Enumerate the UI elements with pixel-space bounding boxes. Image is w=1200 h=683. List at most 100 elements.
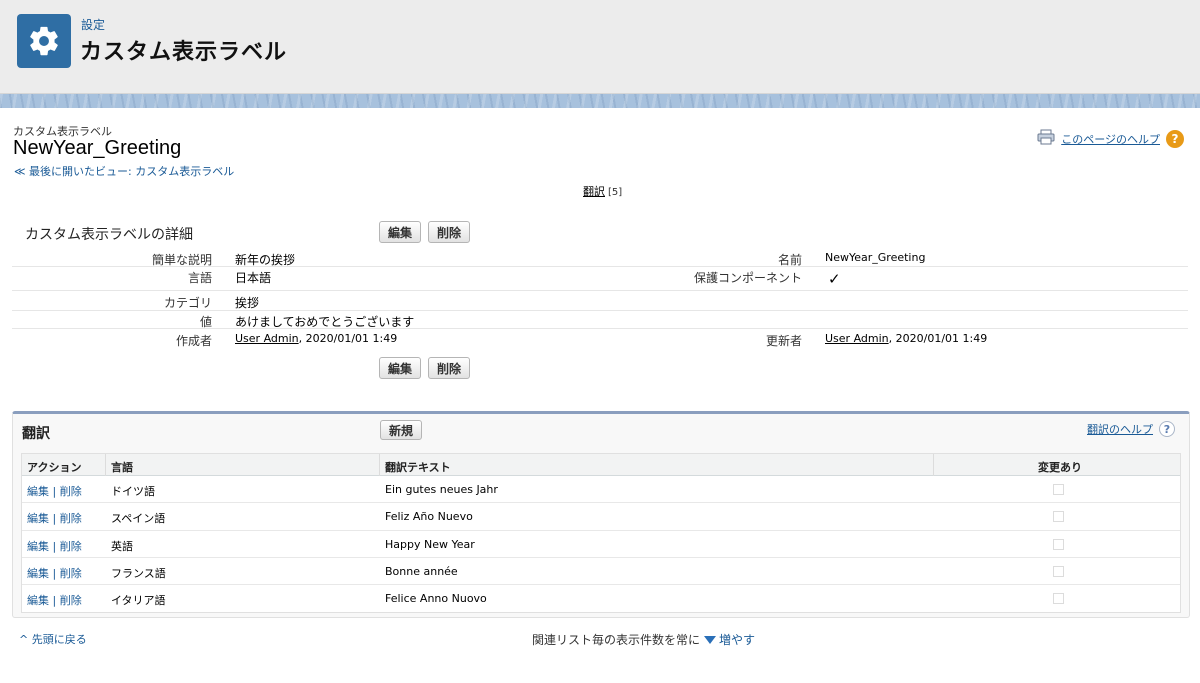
edit-link[interactable]: 編集 xyxy=(27,512,49,525)
edit-button-bottom[interactable]: 編集 xyxy=(379,357,422,379)
table-header: アクション 言語 翻訳テキスト 変更あり xyxy=(22,454,1180,476)
related-list-title: 翻訳 xyxy=(22,426,50,442)
created-by-value: User Admin, 2020/01/01 1:49 xyxy=(235,332,397,345)
translation-count: [5] xyxy=(608,187,623,198)
column-header-changed: 変更あり xyxy=(1038,461,1082,474)
changed-checkbox xyxy=(1053,593,1064,605)
short-desc-label: 簡単な説明 xyxy=(151,253,212,267)
edit-link[interactable]: 編集 xyxy=(27,485,49,498)
row-actions: 編集 | 削除 xyxy=(27,565,82,581)
detail-fields: 簡単な説明 新年の挨拶 名前 NewYear_Greeting 言語 日本語 保… xyxy=(12,248,1188,349)
created-date: , 2020/01/01 1:49 xyxy=(298,332,398,345)
table-row: 編集 | 削除 フランス語 Bonne année xyxy=(22,558,1180,586)
row-actions: 編集 | 削除 xyxy=(27,592,82,608)
detail-row: 言語 日本語 保護コンポーネント ✓ xyxy=(12,267,1188,291)
row-language: フランス語 xyxy=(111,566,166,580)
detail-row: 作成者 User Admin, 2020/01/01 1:49 更新者 User… xyxy=(12,329,1188,349)
delete-button[interactable]: 削除 xyxy=(428,221,471,243)
translation-anchor-link[interactable]: 翻訳 [5] xyxy=(583,183,622,199)
triangle-down-icon[interactable] xyxy=(704,636,717,644)
page-header-title: カスタム表示ラベル xyxy=(80,40,288,65)
detail-row: 値 あけましておめでとうございます xyxy=(12,311,1188,329)
changed-checkbox xyxy=(1053,484,1064,495)
row-language: ドイツ語 xyxy=(111,485,155,498)
row-actions: 編集 | 削除 xyxy=(27,510,82,526)
detail-section-title: カスタム表示ラベルの詳細 xyxy=(25,227,193,243)
help-icon[interactable]: ? xyxy=(1159,421,1175,437)
created-by-label: 作成者 xyxy=(175,334,212,348)
name-value: NewYear_Greeting xyxy=(825,251,926,264)
table-row: 編集 | 削除 イタリア語 Felice Anno Nuovo xyxy=(22,585,1180,612)
setup-breadcrumb-link[interactable]: 設定 xyxy=(81,16,105,33)
action-separator: | xyxy=(52,539,57,553)
edit-link[interactable]: 編集 xyxy=(27,567,49,580)
edit-link[interactable]: 編集 xyxy=(27,594,49,607)
detail-row: 簡単な説明 新年の挨拶 名前 NewYear_Greeting xyxy=(12,248,1188,267)
short-desc-value: 新年の挨拶 xyxy=(235,253,296,267)
record-title: NewYear_Greeting xyxy=(13,137,182,159)
modified-by-user-link[interactable]: User Admin xyxy=(825,332,889,345)
delete-link[interactable]: 削除 xyxy=(60,512,82,525)
back-to-list-link[interactable]: ≪ 最後に開いたビュー: カスタム表示ラベル xyxy=(14,163,234,179)
table-row: 編集 | 削除 ドイツ語 Ein gutes neues Jahr xyxy=(22,476,1180,504)
help-icon[interactable]: ? xyxy=(1166,130,1184,148)
translations-table: アクション 言語 翻訳テキスト 変更あり 編集 | 削除 ドイツ語 Ein gu… xyxy=(21,453,1181,614)
table-row: 編集 | 削除 スペイン語 Feliz Año Nuevo xyxy=(22,503,1180,531)
row-actions: 編集 | 削除 xyxy=(27,538,82,554)
delete-link[interactable]: 削除 xyxy=(60,594,82,607)
value-label: 値 xyxy=(199,315,212,329)
action-separator: | xyxy=(52,485,57,498)
changed-checkbox xyxy=(1053,538,1064,550)
show-more-area: 関連リスト毎の表示件数を常に 増やす xyxy=(532,631,755,648)
back-to-top-label[interactable]: 先頭に戻る xyxy=(32,633,87,646)
printer-icon[interactable] xyxy=(1037,129,1055,149)
category-value: 挨拶 xyxy=(235,296,260,310)
category-label: カテゴリ xyxy=(163,296,212,310)
row-text: Felice Anno Nuovo xyxy=(385,592,487,606)
table-row: 編集 | 削除 英語 Happy New Year xyxy=(22,531,1180,558)
action-separator: | xyxy=(52,566,57,580)
translation-help-link[interactable]: 翻訳のヘルプ xyxy=(1087,421,1153,437)
translation-anchor-label[interactable]: 翻訳 xyxy=(583,185,605,198)
back-to-top-link[interactable]: ^ 先頭に戻る xyxy=(19,631,87,647)
delete-link[interactable]: 削除 xyxy=(60,567,82,580)
row-language: 英語 xyxy=(111,539,133,553)
translation-help-area: 翻訳のヘルプ ? xyxy=(1087,421,1175,437)
show-more-text: 関連リスト毎の表示件数を常に xyxy=(532,633,701,647)
row-text: Feliz Año Nuevo xyxy=(385,510,473,524)
modified-by-label: 更新者 xyxy=(765,334,802,348)
created-by-user-link[interactable]: User Admin xyxy=(235,332,299,345)
modified-date: , 2020/01/01 1:49 xyxy=(888,332,988,345)
detail-row: カテゴリ 挨拶 xyxy=(12,291,1188,311)
language-label: 言語 xyxy=(187,271,212,285)
caret-up-icon: ^ xyxy=(19,633,29,646)
delete-link[interactable]: 削除 xyxy=(60,485,82,498)
page-help-link[interactable]: このページのヘルプ xyxy=(1061,131,1160,147)
row-text: Ein gutes neues Jahr xyxy=(385,483,498,496)
changed-checkbox xyxy=(1053,511,1064,523)
row-text: Bonne année xyxy=(385,564,458,578)
modified-by-value: User Admin, 2020/01/01 1:49 xyxy=(825,332,987,345)
show-more-link[interactable]: 増やす xyxy=(719,633,755,647)
row-language: イタリア語 xyxy=(111,594,166,608)
edit-link[interactable]: 編集 xyxy=(27,540,49,553)
action-separator: | xyxy=(52,512,57,526)
row-language: スペイン語 xyxy=(111,512,166,526)
changed-checkbox xyxy=(1053,565,1064,577)
protected-label: 保護コンポーネント xyxy=(693,271,802,285)
name-label: 名前 xyxy=(777,253,802,267)
page-help-area: このページのヘルプ ? xyxy=(1037,129,1184,149)
value-value: あけましておめでとうございます xyxy=(235,315,415,329)
checkmark-icon: ✓ xyxy=(828,270,841,288)
decorative-band xyxy=(0,94,1200,108)
column-header-text: 翻訳テキスト xyxy=(385,461,451,474)
edit-button[interactable]: 編集 xyxy=(379,221,422,243)
new-translation-button[interactable]: 新規 xyxy=(380,420,423,440)
translations-related-list: 翻訳 新規 翻訳のヘルプ ? アクション 言語 翻訳テキスト 変更あり 編集 |… xyxy=(12,411,1190,618)
language-value: 日本語 xyxy=(235,271,272,285)
setup-header: 設定 カスタム表示ラベル xyxy=(0,0,1200,94)
column-header-language: 言語 xyxy=(111,461,133,474)
delete-button-bottom[interactable]: 削除 xyxy=(428,357,471,379)
row-actions: 編集 | 削除 xyxy=(27,483,82,499)
delete-link[interactable]: 削除 xyxy=(60,540,82,553)
